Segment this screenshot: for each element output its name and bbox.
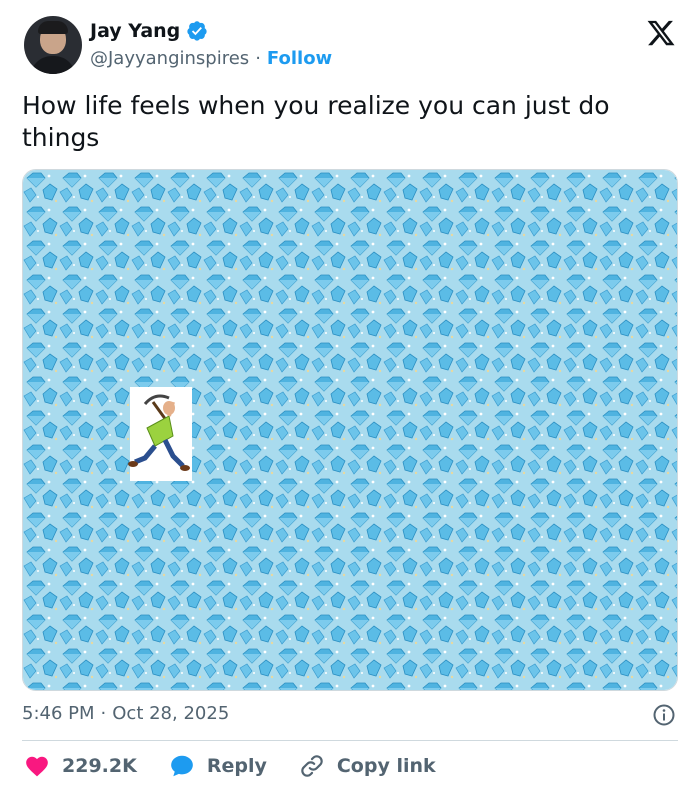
reply-button[interactable]: Reply xyxy=(169,753,267,779)
heart-icon xyxy=(26,756,48,777)
tweet-image[interactable] xyxy=(22,169,678,691)
info-icon[interactable] xyxy=(652,703,676,727)
tweet-header: Jay Yang @Jayyanginspires · Follow xyxy=(24,16,676,80)
reply-label: Reply xyxy=(206,755,267,777)
author-handle[interactable]: @Jayyanginspires xyxy=(90,48,249,69)
x-logo-icon[interactable] xyxy=(646,18,676,48)
separator-dot: · xyxy=(255,48,261,69)
author-name-row: Jay Yang xyxy=(90,20,208,42)
miner-figure xyxy=(128,387,192,481)
timestamp-date: Oct 28, 2025 xyxy=(112,703,230,724)
author-name[interactable]: Jay Yang xyxy=(90,20,180,42)
reply-bubble-icon xyxy=(170,755,193,777)
tweet-text: How life feels when you realize you can … xyxy=(22,91,610,152)
diamonds-image xyxy=(23,170,677,690)
verified-badge-icon xyxy=(187,21,207,41)
timestamp-separator: · xyxy=(100,703,107,724)
link-icon xyxy=(301,755,323,777)
action-bar: 229.2K Reply Copy link xyxy=(24,752,468,780)
copy-link-button[interactable]: Copy link xyxy=(299,753,436,779)
diamond-pattern xyxy=(23,170,677,690)
follow-button[interactable]: Follow xyxy=(267,48,332,69)
divider xyxy=(22,740,678,741)
timestamp-time: 5:46 PM xyxy=(22,703,95,724)
like-button[interactable]: 229.2K xyxy=(24,753,137,779)
avatar[interactable] xyxy=(24,16,82,74)
copy-link-label: Copy link xyxy=(336,755,436,777)
author-handle-row: @Jayyanginspires · Follow xyxy=(90,48,332,69)
tweet-timestamp[interactable]: 5:46 PM · Oct 28, 2025 xyxy=(22,703,229,724)
like-count: 229.2K xyxy=(62,755,137,777)
